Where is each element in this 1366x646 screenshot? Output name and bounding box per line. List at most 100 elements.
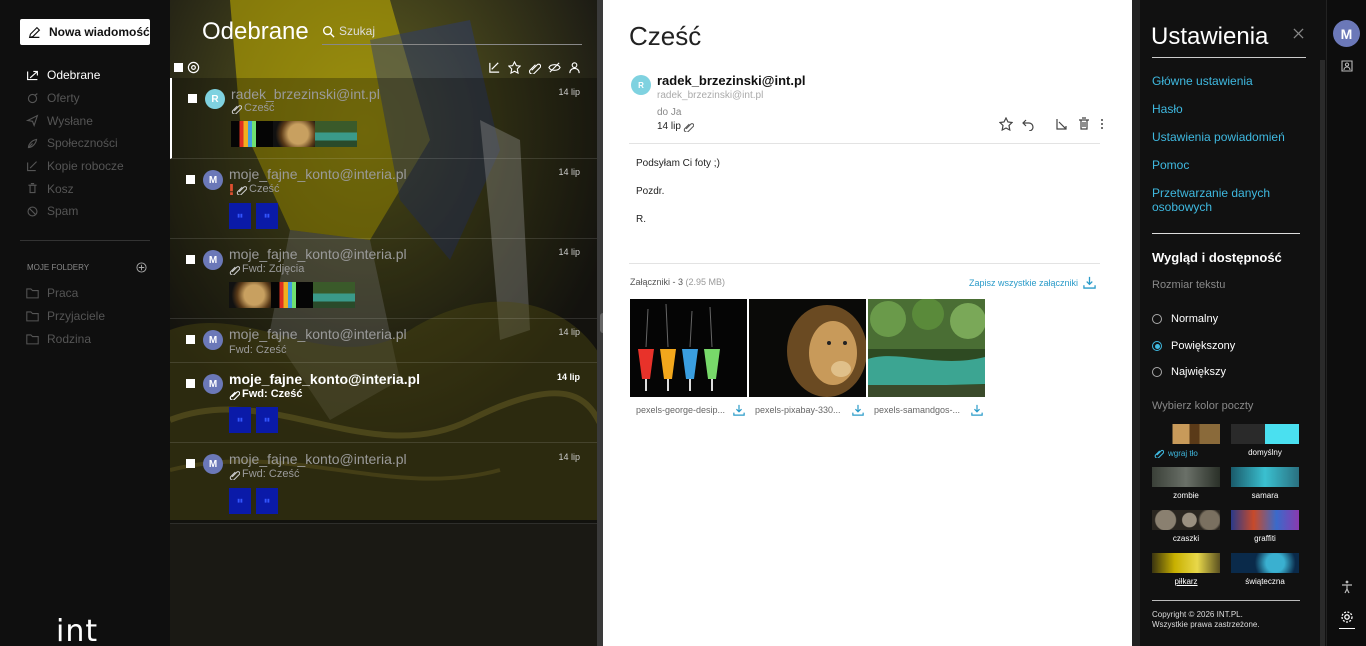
- folder-icon: [26, 288, 39, 299]
- settings-scrollbar[interactable]: [1320, 60, 1325, 646]
- theme-swatch[interactable]: [1231, 467, 1299, 487]
- attachment-image-lion[interactable]: [749, 299, 867, 397]
- theme-swatch[interactable]: [1152, 467, 1220, 487]
- theme-samara[interactable]: samara: [1231, 467, 1299, 510]
- thumbnail-placeholder[interactable]: ▮▮: [229, 488, 251, 514]
- message-checkbox[interactable]: [186, 379, 195, 388]
- paperclip-icon: [528, 63, 541, 74]
- message-row[interactable]: M moje_fajne_konto@interia.pl Cześć 14 l…: [170, 159, 598, 239]
- more-button[interactable]: [1099, 117, 1105, 131]
- theme-swatch[interactable]: [1231, 510, 1299, 530]
- gear-icon[interactable]: [1340, 610, 1354, 624]
- nav-item-sent[interactable]: Wysłane: [26, 109, 156, 132]
- nav-item-inbox[interactable]: Odebrane: [26, 64, 156, 87]
- settings-link-privacy[interactable]: Przetwarzanie danych osobowych: [1152, 186, 1312, 214]
- settings-link-password[interactable]: Hasło: [1152, 102, 1312, 116]
- thumbnail-placeholder[interactable]: ▮▮: [229, 203, 251, 229]
- text-size-normal[interactable]: Normalny: [1152, 313, 1218, 325]
- add-folder-icon[interactable]: [136, 262, 147, 273]
- folder-rodzina[interactable]: Rodzina: [26, 327, 156, 350]
- filter-unread[interactable]: [544, 59, 564, 75]
- contacts-icon[interactable]: [1340, 59, 1354, 73]
- filter-attachments[interactable]: [524, 59, 544, 75]
- mention-filter[interactable]: [183, 59, 203, 75]
- compose-button[interactable]: Nowa wiadomość: [20, 19, 150, 45]
- close-settings-button[interactable]: [1293, 26, 1304, 44]
- thumbnail-lion[interactable]: [229, 282, 271, 308]
- attachment-image-drinks[interactable]: [630, 299, 747, 397]
- theme-swatch[interactable]: [1152, 553, 1220, 573]
- settings-link-help[interactable]: Pomoc: [1152, 158, 1312, 172]
- settings-link-main[interactable]: Główne ustawienia: [1152, 74, 1312, 88]
- theme-swatch[interactable]: [1231, 424, 1299, 444]
- nav-item-community[interactable]: Społeczności: [26, 132, 156, 155]
- theme-czaszki[interactable]: czaszki: [1152, 510, 1220, 553]
- move-button[interactable]: [1055, 117, 1069, 131]
- download-icon[interactable]: [852, 404, 864, 416]
- settings-link-notifications[interactable]: Ustawienia powiadomień: [1152, 130, 1312, 144]
- attachment-item[interactable]: pexels-george-desip...: [630, 299, 747, 418]
- thumbnail-river[interactable]: [313, 282, 355, 308]
- message-checkbox[interactable]: [186, 335, 195, 344]
- delete-button[interactable]: [1077, 117, 1091, 131]
- search-label: Szukaj: [339, 24, 376, 38]
- message-row[interactable]: R radek_brzezinski@int.pl Cześć 14 lip: [170, 78, 598, 159]
- text-size-largest[interactable]: Największy: [1152, 366, 1226, 378]
- attachment-item[interactable]: pexels-pixabay-330...: [749, 299, 867, 418]
- thumbnail-placeholder[interactable]: ▮▮: [229, 407, 251, 433]
- save-all-attachments-button[interactable]: Zapisz wszystkie załączniki: [969, 276, 1096, 289]
- thumbnail-drinks[interactable]: [271, 282, 313, 308]
- nav-item-spam[interactable]: Spam: [26, 200, 156, 223]
- theme-swatch-upload[interactable]: [1152, 424, 1220, 444]
- theme-pilkarz[interactable]: piłkarz: [1152, 553, 1220, 596]
- theme-graffiti[interactable]: graffiti: [1231, 510, 1299, 553]
- message-row[interactable]: M moje_fajne_konto@interia.pl Fwd: Zdjęc…: [170, 239, 598, 319]
- thumbnail-lion[interactable]: [273, 121, 315, 147]
- message-checkbox[interactable]: [186, 255, 195, 264]
- attachment-image-river[interactable]: [868, 298, 986, 397]
- star-button[interactable]: [999, 117, 1013, 131]
- user-avatar[interactable]: M: [1333, 20, 1360, 47]
- radio-button[interactable]: [1152, 341, 1162, 351]
- message-checkbox[interactable]: [186, 175, 195, 184]
- theme-swatch[interactable]: [1152, 510, 1220, 530]
- nav-item-offers[interactable]: Oferty: [26, 87, 156, 110]
- message-checkbox[interactable]: [188, 94, 197, 103]
- thumbnail-placeholder[interactable]: ▮▮: [256, 203, 278, 229]
- message-checkbox[interactable]: [186, 459, 195, 468]
- close-icon: [1293, 28, 1304, 39]
- message-row[interactable]: M moje_fajne_konto@interia.pl Fwd: Cześć…: [170, 319, 598, 363]
- nav-item-drafts[interactable]: Kopie robocze: [26, 155, 156, 178]
- thumbnail-placeholder[interactable]: ▮▮: [256, 488, 278, 514]
- message-row[interactable]: M moje_fajne_konto@interia.pl Fwd: Cześć…: [170, 443, 598, 524]
- theme-upload[interactable]: wgraj tło: [1152, 424, 1220, 467]
- upload-background-button[interactable]: wgraj tło: [1152, 448, 1220, 458]
- select-all-checkbox[interactable]: [174, 62, 183, 72]
- theme-swiateczna[interactable]: świąteczna: [1231, 553, 1299, 596]
- folder-przyjaciele[interactable]: Przyjaciele: [26, 305, 156, 328]
- text-size-enlarged[interactable]: Powiększony: [1152, 340, 1235, 352]
- radio-button[interactable]: [1152, 314, 1162, 324]
- sender-name[interactable]: radek_brzezinski@int.pl: [657, 73, 806, 88]
- filter-inbox[interactable]: [484, 59, 504, 75]
- message-row[interactable]: M moje_fajne_konto@interia.pl Fwd: Cześć…: [170, 363, 598, 443]
- download-icon[interactable]: [733, 404, 745, 416]
- theme-default[interactable]: domyślny: [1231, 424, 1299, 467]
- radio-button[interactable]: [1152, 367, 1162, 377]
- filter-contacts[interactable]: [564, 59, 584, 75]
- theme-swatch[interactable]: [1231, 553, 1299, 573]
- thumbnail-river[interactable]: [315, 121, 357, 147]
- attachments-header: Załączniki - 3 (2.95 MB): [630, 277, 725, 287]
- attachment-item[interactable]: pexels-samandgos-...: [868, 298, 986, 418]
- nav-item-trash[interactable]: Kosz: [26, 177, 156, 200]
- reply-button[interactable]: [1021, 117, 1035, 131]
- accessibility-icon[interactable]: [1340, 580, 1354, 594]
- folder-praca[interactable]: Praca: [26, 282, 156, 305]
- thumbnail-drinks[interactable]: [231, 121, 273, 147]
- search-field[interactable]: Szukaj: [322, 24, 375, 38]
- thumbnail-placeholder[interactable]: ▮▮: [256, 407, 278, 433]
- sender-avatar: M: [203, 170, 223, 190]
- theme-zombie[interactable]: zombie: [1152, 467, 1220, 510]
- filter-starred[interactable]: [504, 59, 524, 75]
- download-icon[interactable]: [971, 404, 983, 416]
